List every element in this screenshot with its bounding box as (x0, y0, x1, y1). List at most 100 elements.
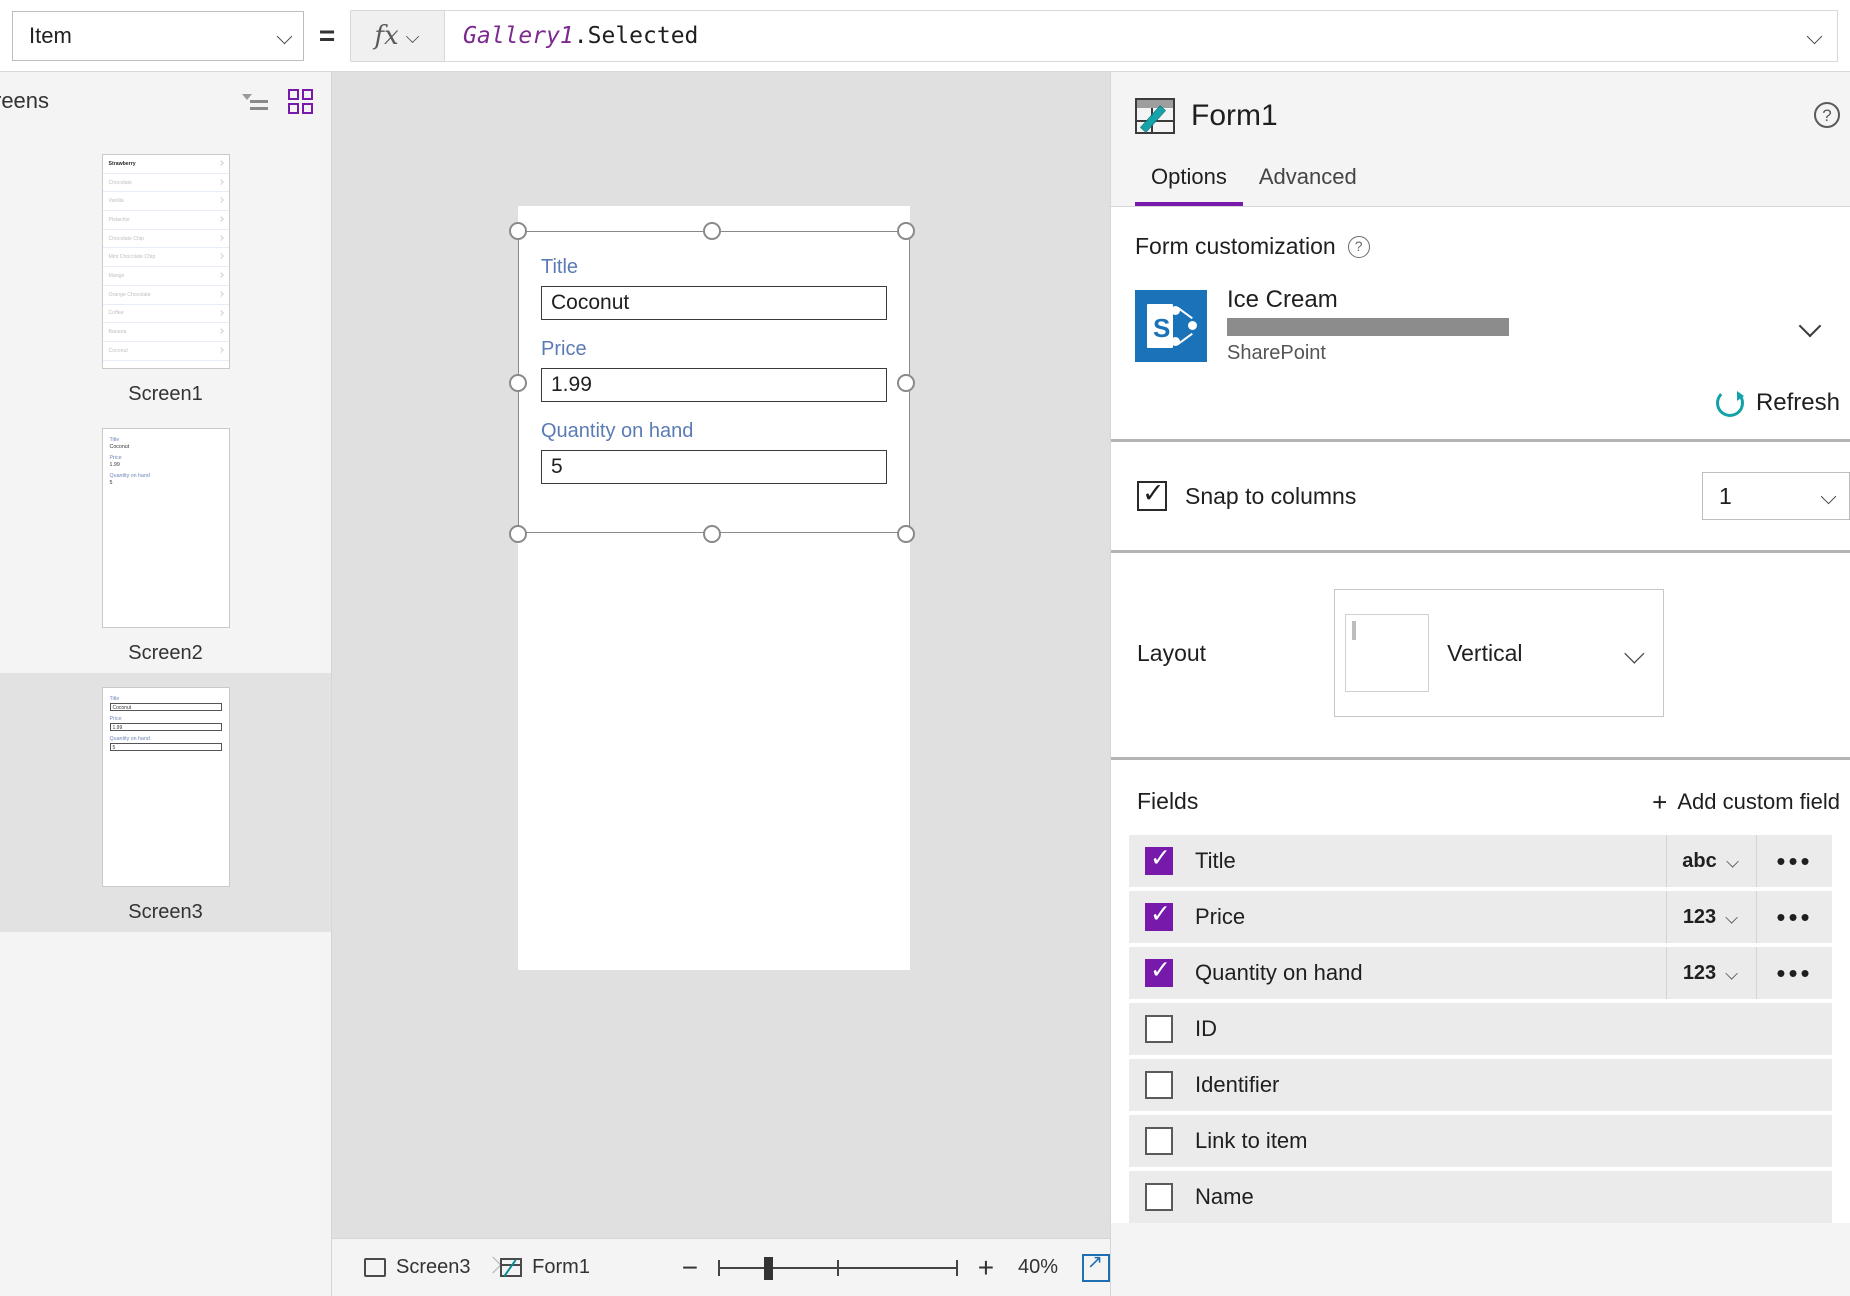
zoom-slider-tick (836, 1259, 839, 1276)
sidebar-item-screen1[interactable]: Strawberry Chocolate Vanilla Pistachio C… (0, 140, 331, 414)
fields-section: Fields + Add custom field Title abc ••• … (1111, 760, 1850, 1223)
field-type-select[interactable]: 123 (1666, 947, 1756, 999)
tab-options[interactable]: Options (1135, 156, 1243, 206)
field-checkbox[interactable] (1145, 1015, 1173, 1043)
zoom-out-button[interactable]: − (676, 1253, 704, 1282)
form-control[interactable]: Title Coconut Price 1.99 Quantity on han… (518, 231, 910, 533)
field-input[interactable]: Coconut (541, 286, 887, 320)
field-more-button[interactable]: ••• (1756, 835, 1832, 887)
screen2-label: Screen2 (128, 642, 203, 664)
data-source-row[interactable]: Ice Cream SharePoint (1111, 260, 1850, 365)
field-type-value: abc (1682, 849, 1717, 872)
breadcrumb-item-screen3[interactable]: Screen3 (364, 1256, 471, 1279)
list-item: Coconut (102, 342, 229, 361)
zoom-slider-tick (955, 1259, 958, 1276)
resize-handle-ne[interactable] (897, 222, 915, 240)
zoom-slider[interactable] (717, 1254, 958, 1282)
resize-handle-s[interactable] (703, 525, 721, 543)
snap-to-columns-checkbox[interactable] (1137, 478, 1167, 511)
resize-handle-w[interactable] (509, 374, 527, 392)
fx-button[interactable]: fx (350, 9, 444, 62)
list-item: Banana (102, 323, 229, 342)
screens-pane-header: reens (0, 72, 331, 130)
property-select[interactable]: Item (12, 10, 304, 61)
grid-view-icon[interactable] (288, 88, 313, 114)
tab-advanced[interactable]: Advanced (1243, 156, 1373, 206)
field-more-button[interactable]: ••• (1756, 947, 1832, 999)
field-label: Title (541, 256, 579, 278)
refresh-button[interactable]: Refresh (1111, 365, 1850, 439)
field-row-title[interactable]: Title abc ••• (1129, 835, 1832, 887)
canvas[interactable]: Title Coconut Price 1.99 Quantity on han… (332, 72, 1110, 1296)
layout-row: Layout Vertical (1111, 553, 1850, 757)
help-icon[interactable]: ? (1814, 102, 1840, 128)
field-more-button[interactable]: ••• (1756, 891, 1832, 943)
field-name: Quantity on hand (1195, 960, 1363, 985)
resize-handle-e[interactable] (897, 374, 915, 392)
field-name: ID (1195, 1016, 1217, 1041)
screen2-thumbnail: Title Coconut Price 1.99 Quantity on han… (101, 428, 230, 628)
sidebar-item-screen2[interactable]: Title Coconut Price 1.99 Quantity on han… (0, 414, 331, 673)
chevron-down-icon (1726, 967, 1739, 980)
refresh-label: Refresh (1755, 389, 1840, 416)
help-icon[interactable]: ? (1347, 235, 1370, 258)
formula-bar: Item = fx Gallery1.Selected (0, 0, 1850, 72)
screen1-label: Screen1 (128, 383, 203, 405)
field-name: Name (1195, 1184, 1254, 1209)
field-row-id[interactable]: ID (1129, 1003, 1832, 1055)
snap-to-columns-label: Snap to columns (1185, 482, 1357, 509)
properties-pane: Form1 ? Options Advanced Form customizat… (1110, 72, 1850, 1296)
zoom-slider-knob[interactable] (763, 1256, 773, 1280)
zoom-level-label: 40% (1017, 1256, 1058, 1278)
field-row-link-to-item[interactable]: Link to item (1129, 1115, 1832, 1167)
snap-to-columns-section: Snap to columns 1 (1111, 442, 1850, 550)
add-custom-field-label: Add custom field (1677, 788, 1840, 814)
screens-pane-view-icons (242, 88, 313, 114)
mini-field-input: Coconut (109, 703, 222, 711)
field-checkbox[interactable] (1145, 1183, 1173, 1211)
chevron-down-icon (406, 29, 420, 43)
list-item: Mango (102, 267, 229, 286)
mini-field-input: 1.99 (109, 723, 222, 731)
mini-field-label: Quantity on hand (109, 473, 150, 479)
field-input[interactable]: 1.99 (541, 368, 887, 402)
field-row-price[interactable]: Price 123 ••• (1129, 891, 1832, 943)
formula-input[interactable]: Gallery1.Selected (444, 9, 1838, 62)
field-type-select[interactable]: 123 (1666, 891, 1756, 943)
field-input[interactable]: 5 (541, 450, 887, 484)
edit-form-icon (1135, 98, 1175, 134)
sidebar-item-screen3[interactable]: Title Coconut Price 1.99 Quantity on han… (0, 673, 331, 932)
expand-icon[interactable] (1082, 1251, 1110, 1282)
breadcrumb-item-form1[interactable]: Form1 (500, 1256, 590, 1279)
field-checkbox[interactable] (1145, 843, 1173, 875)
field-checkbox[interactable] (1145, 1127, 1173, 1155)
field-row-identifier[interactable]: Identifier (1129, 1059, 1832, 1111)
add-custom-field-button[interactable]: + Add custom field (1652, 789, 1840, 815)
resize-handle-sw[interactable] (509, 525, 527, 543)
resize-handle-n[interactable] (703, 222, 721, 240)
resize-handle-nw[interactable] (509, 222, 527, 240)
mini-field-value: Coconut (109, 444, 130, 450)
field-row-name[interactable]: Name (1129, 1171, 1832, 1223)
resize-handle-se[interactable] (897, 525, 915, 543)
mini-field-label: Price (109, 455, 122, 461)
screen3-thumbnail: Title Coconut Price 1.99 Quantity on han… (101, 687, 230, 887)
field-type-select[interactable]: abc (1666, 835, 1756, 887)
form-field-price: Price 1.99 (541, 338, 887, 402)
screen1-thumbnail: Strawberry Chocolate Vanilla Pistachio C… (101, 154, 230, 369)
zoom-in-button[interactable]: + (972, 1253, 1000, 1282)
field-row-quantity-on-hand[interactable]: Quantity on hand 123 ••• (1129, 947, 1832, 999)
field-checkbox[interactable] (1145, 1071, 1173, 1099)
mini-field-value: 1.99 (109, 462, 120, 468)
data-source-url-redacted (1227, 318, 1509, 336)
chevron-down-icon[interactable] (1800, 316, 1820, 336)
field-checkbox[interactable] (1145, 955, 1173, 987)
columns-count-select[interactable]: 1 (1702, 472, 1850, 520)
section-title: Form customization ? (1135, 233, 1826, 260)
layout-select[interactable]: Vertical (1334, 589, 1665, 717)
tree-view-icon[interactable] (242, 91, 268, 111)
chevron-down-icon[interactable] (1807, 28, 1823, 44)
mini-field-label: Title (109, 696, 120, 702)
list-item: Chocolate Chip (102, 230, 229, 249)
field-checkbox[interactable] (1145, 899, 1173, 931)
